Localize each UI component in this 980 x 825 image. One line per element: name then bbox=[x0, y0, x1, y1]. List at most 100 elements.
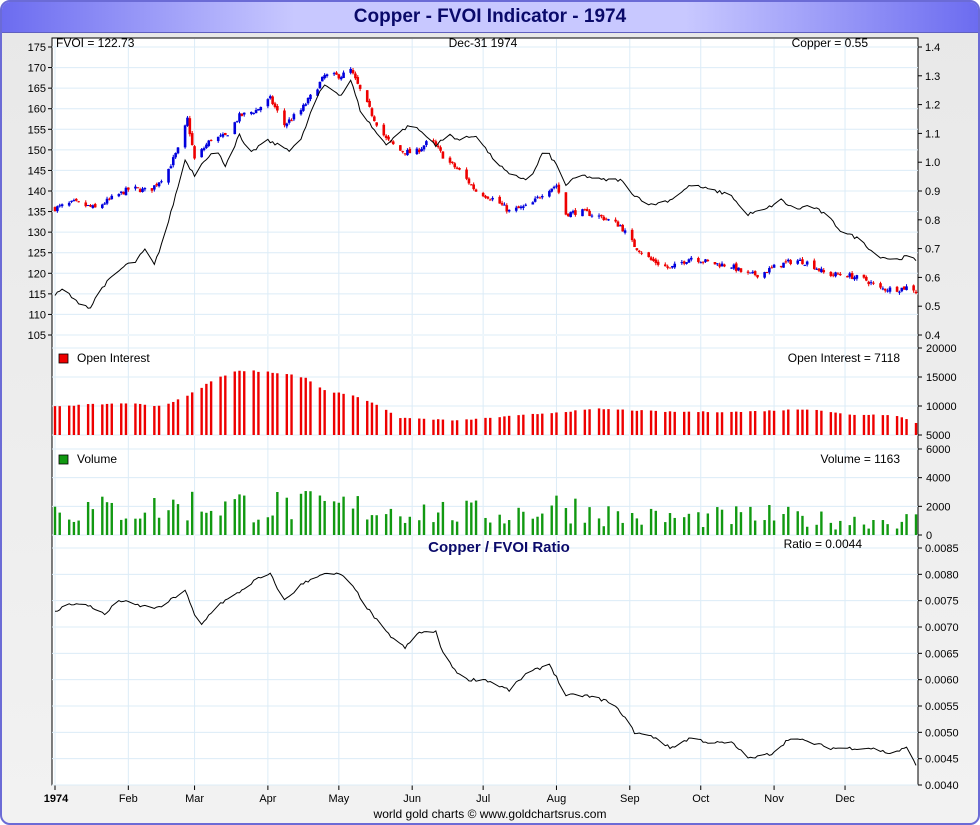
candle bbox=[370, 108, 374, 116]
open-interest-bar bbox=[143, 404, 147, 435]
candle bbox=[564, 192, 568, 215]
open-interest-bar bbox=[730, 411, 733, 435]
candle bbox=[905, 286, 908, 291]
candle bbox=[633, 239, 636, 248]
candle bbox=[614, 219, 617, 222]
open-interest-bar bbox=[895, 416, 899, 435]
candle bbox=[266, 99, 270, 107]
open-interest-bar bbox=[205, 383, 208, 435]
volume-legend: Volume bbox=[77, 452, 117, 466]
volume-bar bbox=[654, 510, 658, 535]
open-interest-bar bbox=[630, 410, 634, 435]
panel-3 bbox=[51, 534, 919, 786]
candle bbox=[846, 276, 849, 278]
volume-bar bbox=[772, 520, 776, 535]
candle bbox=[704, 259, 707, 262]
candle bbox=[751, 271, 755, 273]
candle bbox=[590, 215, 594, 217]
candle bbox=[772, 264, 776, 268]
candle bbox=[701, 261, 705, 263]
candle bbox=[500, 202, 504, 205]
volume-bar bbox=[574, 498, 577, 535]
candle bbox=[749, 272, 752, 274]
candle bbox=[716, 263, 719, 265]
candle bbox=[621, 224, 624, 232]
candle bbox=[623, 230, 627, 233]
volume-bar bbox=[290, 519, 293, 535]
volume-bar bbox=[602, 526, 605, 535]
x-tick-label: Jun bbox=[403, 793, 421, 805]
open-interest-bar bbox=[366, 400, 369, 435]
candle bbox=[320, 76, 324, 82]
volume-bar bbox=[735, 506, 738, 535]
candle bbox=[682, 261, 686, 264]
candle bbox=[881, 288, 885, 290]
candle bbox=[697, 257, 700, 262]
open-interest-bar bbox=[640, 410, 643, 435]
open-interest-bar bbox=[503, 416, 506, 435]
open-interest-bar bbox=[720, 412, 724, 435]
open-interest-bar bbox=[536, 414, 539, 435]
left-tick-label: 165 bbox=[28, 83, 46, 95]
candle bbox=[174, 152, 177, 158]
ratio-tick-label: 0.0045 bbox=[925, 754, 959, 766]
candle bbox=[171, 157, 175, 166]
volume-bar bbox=[285, 497, 289, 535]
volume-bar bbox=[848, 525, 851, 535]
volume-bar bbox=[408, 516, 412, 535]
left-tick-label: 135 bbox=[28, 207, 46, 219]
volume-bar bbox=[820, 511, 823, 535]
open-interest-bar bbox=[384, 409, 388, 435]
candle bbox=[517, 206, 520, 209]
candle bbox=[869, 282, 873, 284]
volume-bar bbox=[455, 521, 459, 535]
volume-bar bbox=[384, 514, 388, 535]
volume-bar bbox=[507, 520, 511, 535]
candle bbox=[680, 262, 684, 264]
volume-bar bbox=[399, 516, 402, 535]
volume-bar bbox=[730, 524, 733, 535]
left-tick-label: 160 bbox=[28, 104, 46, 116]
ratio-value-label: Ratio = 0.0044 bbox=[784, 537, 863, 551]
volume-bar bbox=[900, 521, 904, 535]
open-interest-bar bbox=[564, 412, 568, 435]
volume-bar bbox=[309, 491, 312, 535]
candle bbox=[685, 262, 688, 264]
open-interest-bar bbox=[900, 417, 904, 435]
open-interest-tick-label: 15000 bbox=[926, 372, 957, 384]
candle bbox=[732, 264, 736, 269]
left-tick-label: 110 bbox=[28, 309, 46, 321]
candle bbox=[290, 120, 293, 122]
open-interest-bar bbox=[507, 415, 511, 435]
candle bbox=[67, 202, 71, 206]
candle bbox=[105, 198, 109, 204]
candle bbox=[886, 290, 889, 292]
volume-bar bbox=[243, 495, 246, 535]
candle bbox=[888, 287, 892, 292]
candle bbox=[417, 149, 421, 153]
volume-bar bbox=[233, 499, 236, 535]
volume-bar bbox=[153, 498, 156, 535]
open-interest-bar bbox=[58, 406, 61, 435]
candle bbox=[829, 271, 833, 276]
left-tick-label: 155 bbox=[28, 124, 46, 136]
open-interest-bar bbox=[522, 414, 525, 435]
candle bbox=[207, 140, 211, 146]
volume-bar bbox=[697, 512, 700, 535]
open-interest-bar bbox=[801, 409, 804, 435]
volume-bar bbox=[564, 508, 568, 535]
candle bbox=[898, 291, 901, 293]
volume-bar bbox=[110, 502, 113, 535]
volume-bar bbox=[682, 517, 686, 535]
candle bbox=[127, 187, 130, 190]
open-interest-bar bbox=[110, 403, 113, 435]
open-interest-bar bbox=[768, 410, 771, 435]
candle bbox=[122, 191, 125, 195]
candle bbox=[474, 189, 478, 192]
open-interest-bar bbox=[668, 411, 672, 435]
open-interest-bar bbox=[332, 392, 336, 435]
open-interest-bar bbox=[649, 410, 653, 435]
candle bbox=[786, 259, 790, 262]
open-interest-bar bbox=[621, 409, 624, 435]
open-interest-bar bbox=[706, 412, 710, 435]
